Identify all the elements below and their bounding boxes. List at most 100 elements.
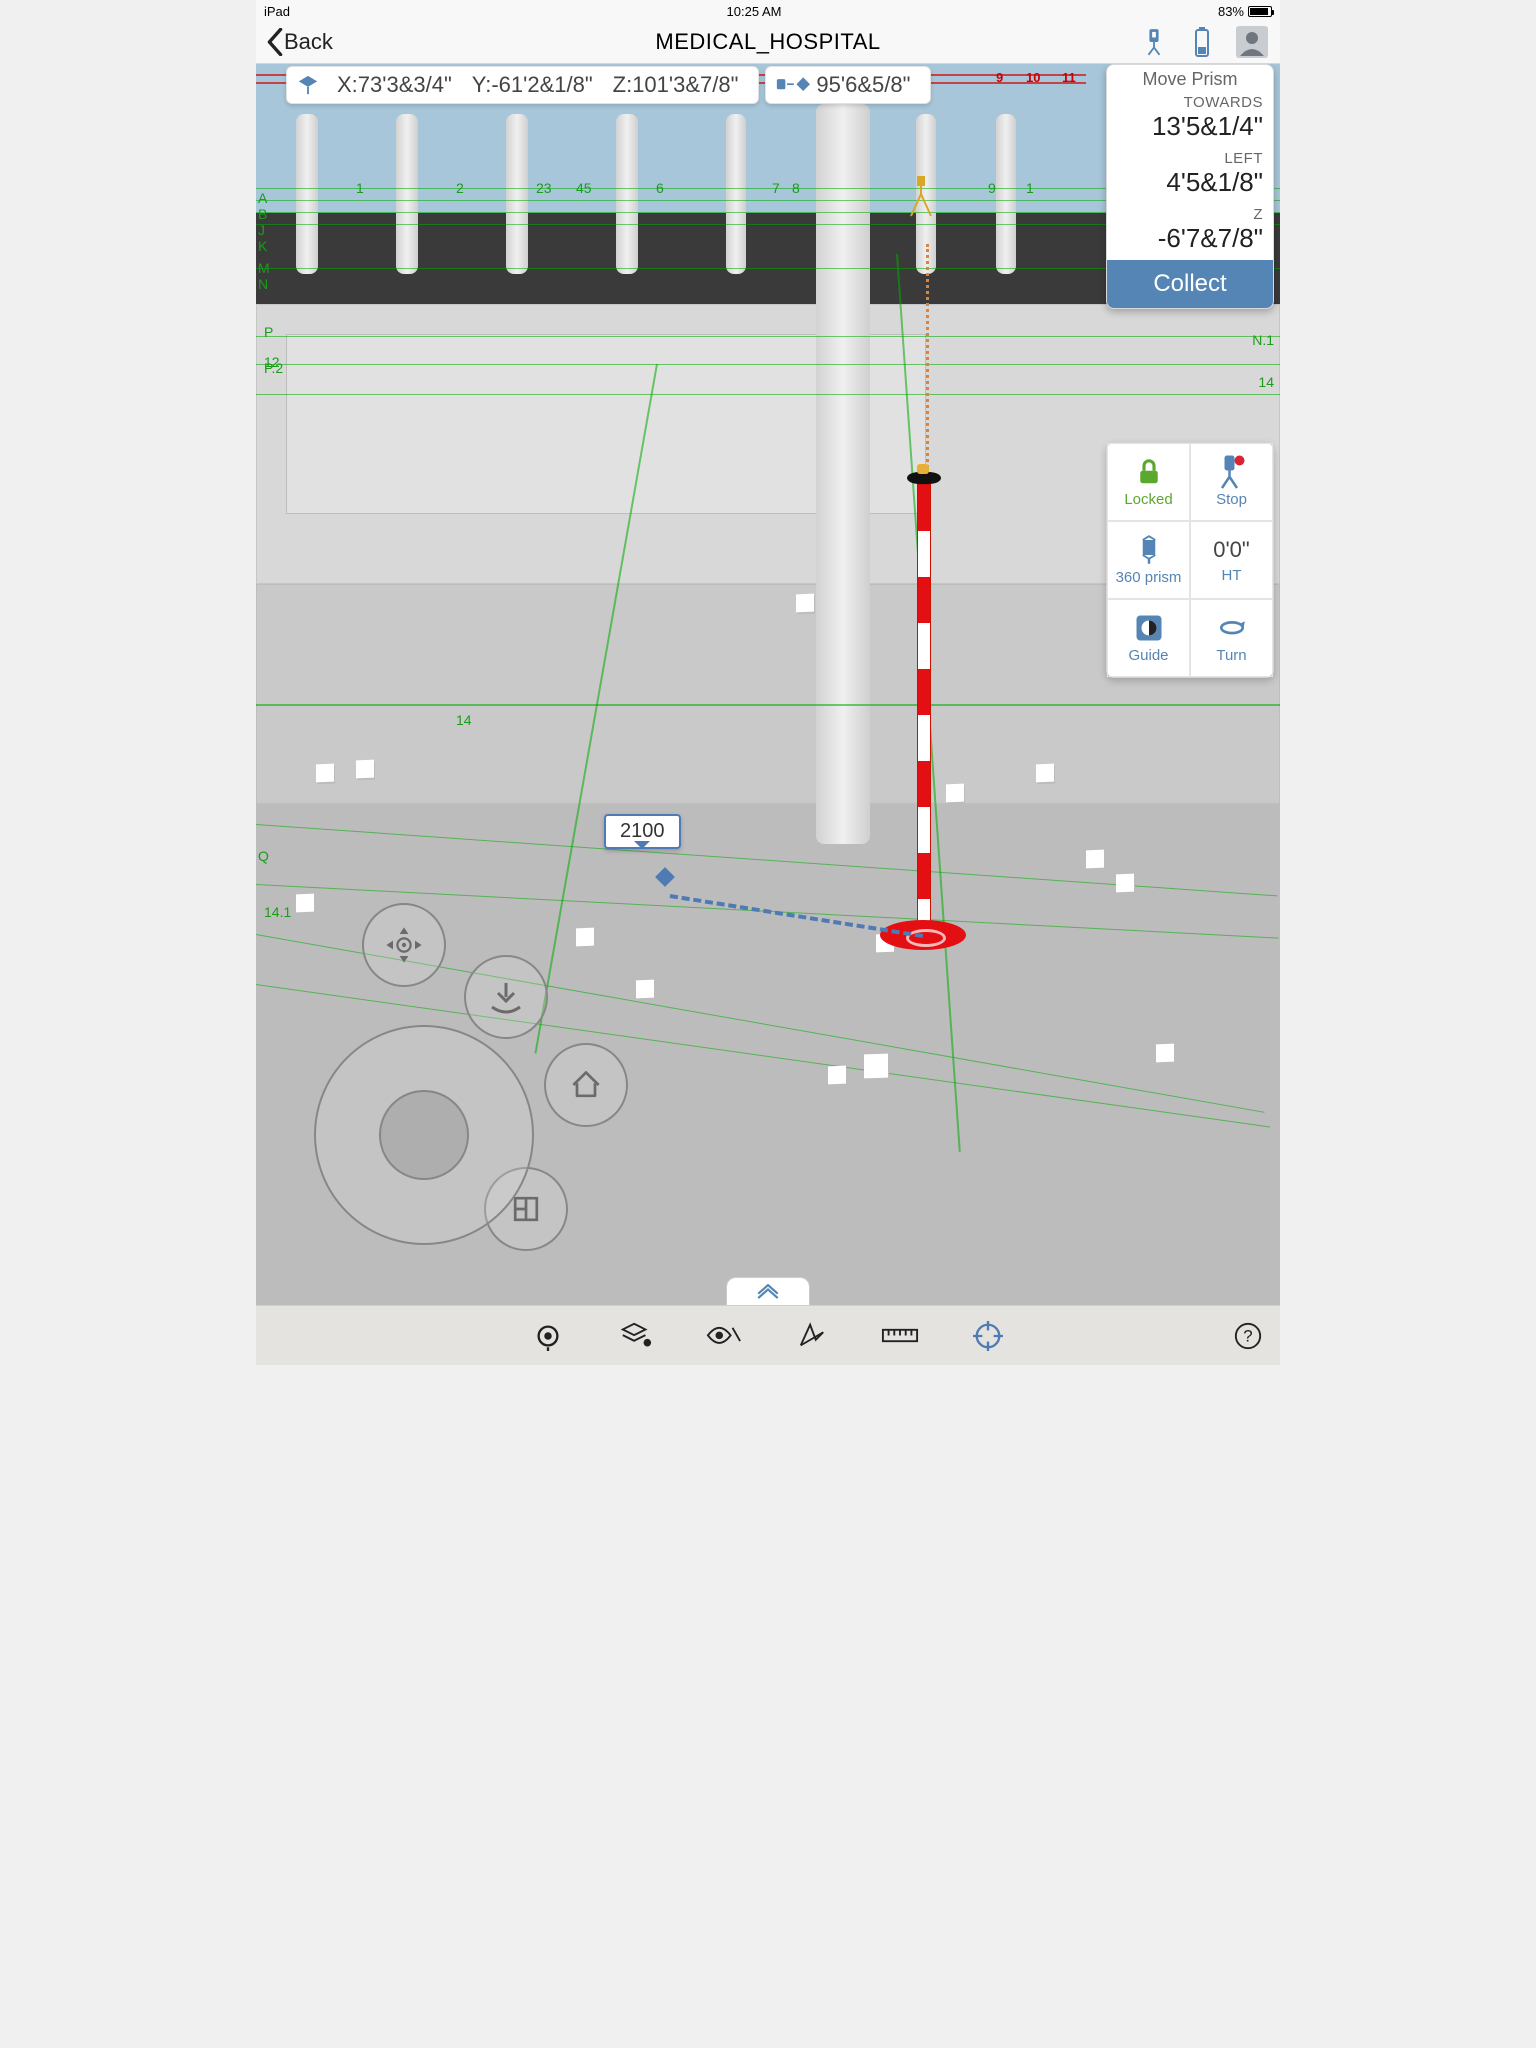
- grid-label: P: [264, 324, 273, 340]
- crosshair-icon: [973, 1321, 1003, 1351]
- lock-icon: [1134, 457, 1164, 487]
- grid-label: 8: [792, 180, 800, 196]
- pan-icon: [382, 923, 426, 967]
- grid-label: N: [258, 276, 268, 292]
- user-icon: [1236, 26, 1268, 58]
- page-title: MEDICAL_HOSPITAL: [256, 29, 1280, 55]
- total-station-icon: [1143, 27, 1165, 57]
- prism-ray: [926, 244, 929, 474]
- layers-tool[interactable]: [616, 1316, 656, 1356]
- help-button[interactable]: ?: [1228, 1316, 1268, 1356]
- grid-red-label: 9: [996, 70, 1003, 85]
- point-id: 2100: [620, 820, 665, 842]
- grid-label: 14: [1258, 374, 1274, 390]
- measure-icon: [881, 1326, 919, 1345]
- grid-label: Q: [258, 848, 269, 864]
- stop-button[interactable]: Stop: [1190, 443, 1273, 521]
- distance-readout[interactable]: 95'6&5/8": [765, 66, 931, 104]
- turn-button[interactable]: Turn: [1190, 599, 1273, 677]
- status-bar: iPad 10:25 AM 83%: [256, 0, 1280, 20]
- instrument-tool-grid: Locked Stop 360 prism 0'0" HT Guide: [1106, 442, 1274, 678]
- lock-button[interactable]: Locked: [1107, 443, 1190, 521]
- grid-red-label: 11: [1062, 70, 1076, 85]
- grid-label: 14.1: [264, 904, 291, 920]
- coord-x: X:73'3&3/4": [327, 72, 462, 98]
- select-icon: [797, 1321, 827, 1351]
- prism-type-label: 360 prism: [1116, 569, 1182, 586]
- grid-label: B: [258, 206, 267, 222]
- xyz-readout[interactable]: X:73'3&3/4" Y:-61'2&1/8" Z:101'3&7/8": [286, 66, 759, 104]
- grid-label: N.1: [1252, 332, 1274, 348]
- select-tool[interactable]: [792, 1316, 832, 1356]
- prism-row-label: TOWARDS: [1117, 94, 1263, 111]
- grid-label: 7: [772, 180, 780, 196]
- guide-label: Guide: [1128, 647, 1168, 664]
- total-station-in-scene: [906, 174, 936, 218]
- crosshair-tool[interactable]: [968, 1316, 1008, 1356]
- lock-label: Locked: [1124, 491, 1172, 508]
- chevron-up-icon: [755, 1284, 781, 1299]
- guide-button[interactable]: Guide: [1107, 599, 1190, 677]
- grid-label: M: [258, 260, 270, 276]
- grid-label: 9: [988, 180, 996, 196]
- grid-label: 12: [264, 354, 280, 370]
- bottom-toolbar: ?: [256, 1305, 1280, 1365]
- expand-panel-button[interactable]: [726, 1277, 810, 1305]
- grid-label: 23: [536, 180, 552, 196]
- svg-text:?: ?: [1243, 1326, 1252, 1345]
- pan-button[interactable]: [362, 903, 446, 987]
- target-tool[interactable]: [528, 1316, 568, 1356]
- stop-label: Stop: [1216, 491, 1247, 508]
- instrument-status-button[interactable]: [1140, 28, 1168, 56]
- grid-label: A: [258, 190, 267, 206]
- move-down-button[interactable]: [464, 955, 548, 1039]
- height-button[interactable]: 0'0" HT: [1190, 521, 1273, 599]
- point-label[interactable]: 2100: [604, 814, 681, 849]
- move-prism-panel: Move Prism TOWARDS 13'5&1/4" LEFT 4'5&1/…: [1106, 64, 1274, 309]
- move-prism-title: Move Prism: [1107, 65, 1273, 92]
- grid-red-label: 10: [1026, 70, 1040, 85]
- stop-icon: [1217, 457, 1247, 487]
- grid-label: 1: [1026, 180, 1034, 196]
- guide-light-icon: [1134, 613, 1164, 643]
- prism-row-label: LEFT: [1117, 150, 1263, 167]
- prism-head: [907, 472, 941, 484]
- grid-label: 2: [456, 180, 464, 196]
- view-nav-controls: [314, 915, 644, 1245]
- visibility-tool[interactable]: [704, 1316, 744, 1356]
- measure-tool[interactable]: [880, 1316, 920, 1356]
- coord-z: Z:101'3&7/8": [603, 72, 749, 98]
- height-label: HT: [1222, 567, 1242, 584]
- joystick-thumb[interactable]: [379, 1090, 469, 1180]
- layers-icon: [619, 1320, 653, 1350]
- grid-label: 1: [356, 180, 364, 196]
- back-button[interactable]: Back: [262, 28, 337, 56]
- turn-label: Turn: [1216, 647, 1246, 664]
- prism-pole: [917, 484, 931, 924]
- user-button[interactable]: [1236, 26, 1268, 58]
- distance-value: 95'6&5/8": [806, 72, 920, 98]
- coord-y: Y:-61'2&1/8": [462, 72, 603, 98]
- distance-icon: [776, 74, 798, 96]
- target-icon: [533, 1321, 563, 1351]
- move-down-icon: [486, 977, 526, 1017]
- home-view-button[interactable]: [544, 1043, 628, 1127]
- grid-label: K: [258, 238, 267, 254]
- prism-row-value: 4'5&1/8": [1117, 167, 1263, 198]
- visibility-icon: [706, 1324, 742, 1347]
- collect-button[interactable]: Collect: [1107, 260, 1273, 308]
- battery-status-button[interactable]: [1188, 28, 1216, 56]
- battery-icon: [1248, 6, 1272, 17]
- nav-bar: Back MEDICAL_HOSPITAL: [256, 20, 1280, 64]
- prism-type-button[interactable]: 360 prism: [1107, 521, 1190, 599]
- battery-icon: [1195, 27, 1209, 57]
- viewport-3d[interactable]: 1 1 2 23P 45 A 7 8 9 10 11 A B J K M N N…: [256, 64, 1280, 1305]
- joystick[interactable]: [314, 1025, 534, 1245]
- clock: 10:25 AM: [290, 4, 1218, 19]
- battery-percent: 83%: [1218, 4, 1244, 19]
- grid-label: 45: [576, 180, 592, 196]
- back-label: Back: [284, 29, 333, 55]
- turn-icon: [1217, 613, 1247, 643]
- height-value: 0'0": [1213, 537, 1249, 563]
- grid-label: J: [258, 222, 265, 238]
